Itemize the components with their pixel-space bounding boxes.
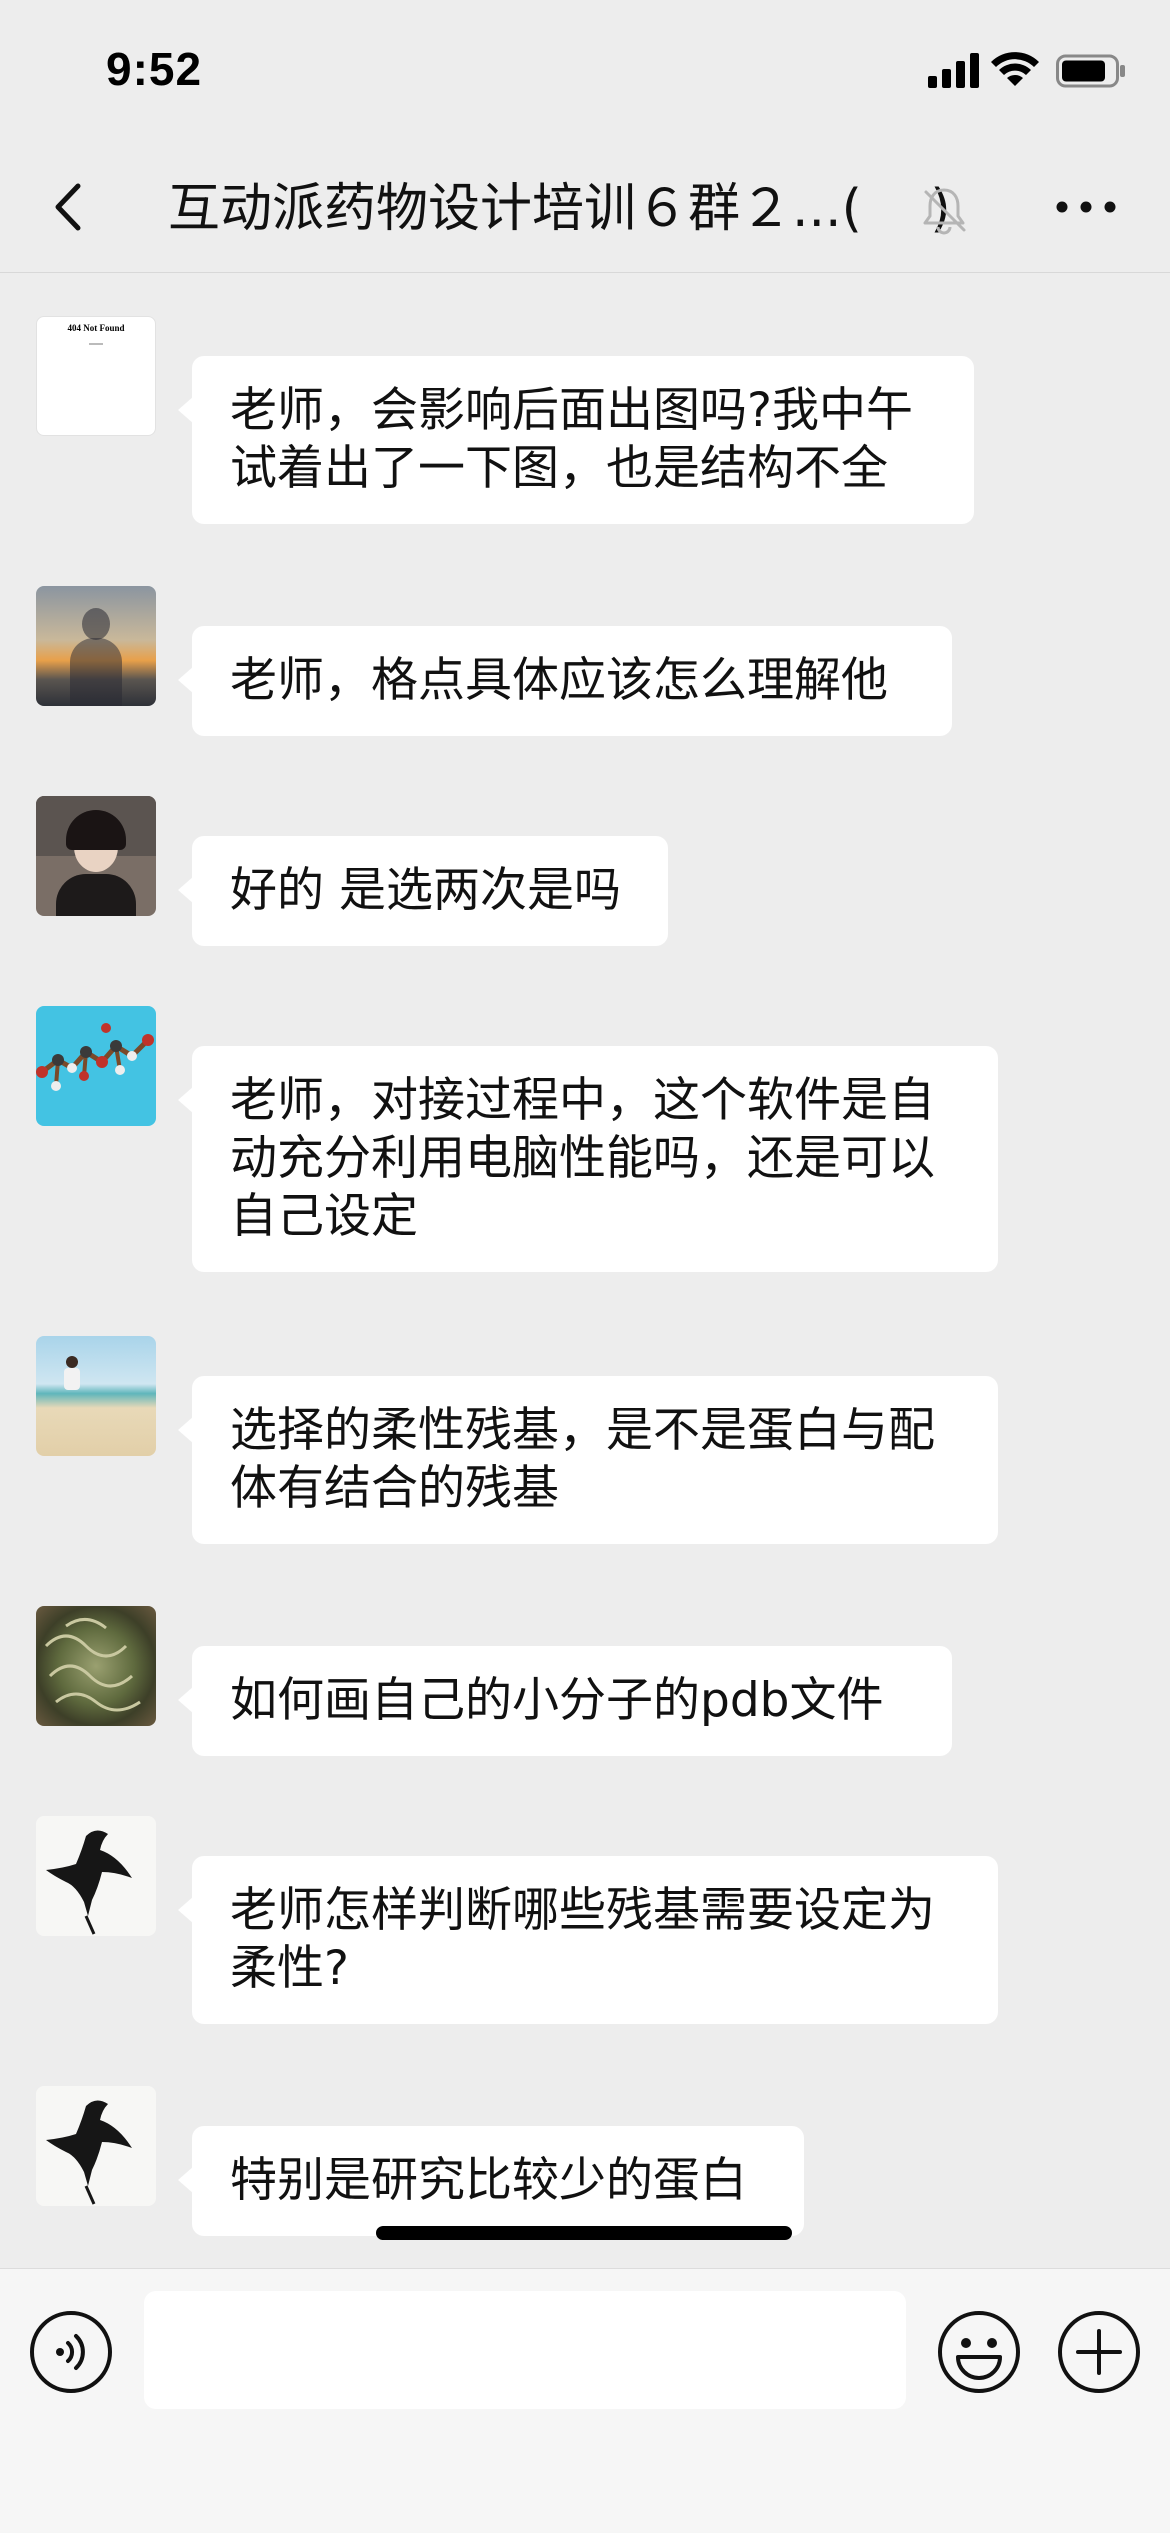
message-text: 好的 是选两次是吗 bbox=[230, 863, 621, 918]
avatar[interactable] bbox=[36, 1816, 156, 1936]
message-input[interactable] bbox=[144, 2291, 906, 2409]
message-text: 老师，对接过程中，这个软件是自动充分利用电脑性能吗，还是可以自己设定 bbox=[230, 1073, 935, 1244]
message-text: 老师，格点具体应该怎么理解他 bbox=[230, 653, 888, 708]
chevron-left-icon bbox=[55, 183, 81, 231]
home-indicator bbox=[376, 2226, 792, 2240]
avatar[interactable] bbox=[36, 1336, 156, 1456]
message-bubble[interactable]: 老师，会影响后面出图吗?我中午试着出了一下图，也是结构不全 bbox=[178, 356, 974, 524]
avatar[interactable] bbox=[36, 1606, 156, 1726]
more-button[interactable] bbox=[1050, 172, 1122, 242]
status-bar: 9:52 bbox=[0, 0, 1170, 150]
message-bubble[interactable]: 老师，格点具体应该怎么理解他 bbox=[178, 626, 952, 736]
wifi-icon bbox=[991, 52, 1039, 86]
battery-icon bbox=[1056, 54, 1125, 88]
emoji-icon bbox=[938, 2311, 1020, 2393]
nav-bar: 互动派药物设计培训６群２...( ) bbox=[0, 150, 1170, 273]
avatar[interactable] bbox=[36, 796, 156, 916]
bell-muted-icon bbox=[914, 180, 974, 240]
message-text: 老师怎样判断哪些残基需要设定为柔性? bbox=[230, 1883, 935, 1996]
message-bubble[interactable]: 老师，对接过程中，这个软件是自动充分利用电脑性能吗，还是可以自己设定 bbox=[178, 1046, 998, 1272]
avatar[interactable] bbox=[36, 1006, 156, 1126]
plus-button[interactable] bbox=[1056, 2309, 1142, 2395]
avatar-broken-image-text: 404 Not Found bbox=[67, 323, 125, 333]
avatar[interactable] bbox=[36, 2086, 156, 2206]
emoji-button[interactable] bbox=[936, 2309, 1022, 2395]
message-text: 特别是研究比较少的蛋白 bbox=[230, 2153, 747, 2208]
voice-icon bbox=[30, 2311, 112, 2393]
chat-title: 互动派药物设计培训６群２...( ) bbox=[168, 179, 951, 239]
voice-button[interactable] bbox=[28, 2309, 114, 2395]
back-button[interactable] bbox=[36, 172, 106, 242]
message-text: 老师，会影响后面出图吗?我中午试着出了一下图，也是结构不全 bbox=[230, 383, 913, 496]
avatar[interactable] bbox=[36, 586, 156, 706]
plus-circle-icon bbox=[1058, 2311, 1140, 2393]
message-text: 如何画自己的小分子的pdb文件 bbox=[230, 1673, 884, 1728]
message-bubble[interactable]: 如何画自己的小分子的pdb文件 bbox=[178, 1646, 952, 1756]
message-bubble[interactable]: 特别是研究比较少的蛋白 bbox=[178, 2126, 804, 2236]
cellular-signal-icon bbox=[928, 53, 979, 88]
ellipsis-icon bbox=[1056, 201, 1116, 213]
avatar[interactable]: 404 Not Found bbox=[36, 316, 156, 436]
message-list[interactable]: 404 Not Found 老师，会影响后面出图吗?我中午试着出了一下图，也是结… bbox=[0, 272, 1170, 2268]
message-bubble[interactable]: 好的 是选两次是吗 bbox=[178, 836, 668, 946]
status-time: 9:52 bbox=[106, 43, 203, 95]
message-bubble[interactable]: 选择的柔性残基，是不是蛋白与配体有结合的残基 bbox=[178, 1376, 998, 1544]
message-bubble[interactable]: 老师怎样判断哪些残基需要设定为柔性? bbox=[178, 1856, 998, 2024]
input-bar bbox=[0, 2268, 1170, 2533]
message-text: 选择的柔性残基，是不是蛋白与配体有结合的残基 bbox=[230, 1403, 935, 1516]
